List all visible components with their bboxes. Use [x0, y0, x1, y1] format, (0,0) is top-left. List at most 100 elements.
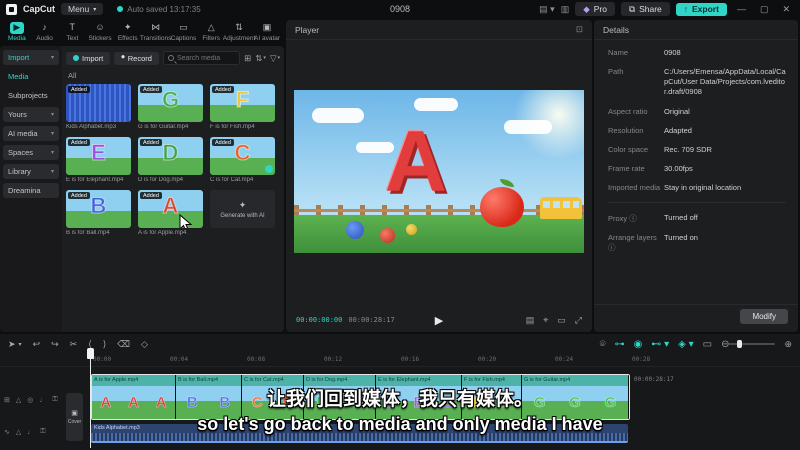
snapshot-icon[interactable]: ⌖ — [543, 315, 548, 326]
tab-effects[interactable]: ✦ Effects — [115, 22, 141, 42]
timeline-clip[interactable]: A is for Apple.mp4 A A A — [92, 375, 176, 419]
tab-text[interactable]: T Text — [59, 22, 85, 42]
fullscreen-icon[interactable]: ⤢ — [575, 315, 582, 326]
tab-stickers[interactable]: ☺ Stickers — [87, 22, 113, 42]
zoom-in-icon[interactable]: ⊕ — [784, 339, 792, 350]
playhead-handle[interactable] — [87, 348, 94, 359]
preview-quality-icon[interactable]: ▤ — [526, 315, 535, 326]
track-control-icon[interactable]: △ — [16, 428, 21, 436]
media-thumbnail[interactable]: C Added — [210, 137, 275, 175]
voiceover-icon[interactable]: ⌾ — [600, 339, 606, 350]
minimize-button[interactable]: — — [733, 4, 750, 14]
tab-transitions[interactable]: ⋈ Transitions — [140, 22, 172, 42]
timeline-clip[interactable]: D is for Dog.mp4 D D — [304, 375, 376, 419]
select-tool-icon[interactable]: ➤ — [8, 339, 16, 350]
media-thumbnail[interactable]: D Added — [138, 137, 203, 175]
media-thumbnail[interactable]: F Added — [210, 84, 275, 122]
pro-button[interactable]: ◆ Pro — [575, 2, 615, 16]
timeline-ruler[interactable]: 00:00 00:04 00:08 00:12 00:16 00:20 00:24 00:28 — [0, 354, 800, 367]
search-input[interactable] — [176, 54, 236, 62]
export-button[interactable]: ↑ Export — [675, 2, 727, 16]
tab-media[interactable]: ▶ Media — [4, 22, 30, 42]
sidebar-item-ai-media[interactable]: AI media ▾ — [3, 126, 59, 141]
sidebar-item-import[interactable]: Import ▾ — [3, 50, 59, 65]
undo-icon[interactable]: ↩ — [33, 339, 41, 350]
sidebar-item-media[interactable]: Media — [3, 69, 59, 84]
modify-button[interactable]: Modify — [740, 309, 788, 324]
media-thumbnail[interactable]: G Added — [138, 84, 203, 122]
timeline-clip[interactable]: B is for Ball.mp4 B B — [176, 375, 242, 419]
media-item[interactable]: A Added A is for Apple.mp4 — [138, 190, 203, 236]
track-control-icon[interactable]: ⚿ — [40, 428, 45, 436]
freeze-frame-icon[interactable]: ◇ — [141, 339, 148, 350]
play-button[interactable]: ▶ — [435, 314, 443, 327]
split-icon[interactable]: ✂ — [70, 339, 78, 350]
media-thumbnail[interactable]: Added — [66, 84, 131, 122]
track-control-icon[interactable]: ◎ — [27, 396, 33, 404]
generate-tile-body[interactable]: ✦ Generate with AI — [210, 190, 275, 228]
track-control-icon[interactable]: ∿ — [4, 428, 10, 436]
media-item[interactable]: E Added E is for Elephant.mp4 — [66, 137, 131, 183]
tab-filters[interactable]: △ Filters — [198, 22, 224, 42]
sidebar-item-spaces[interactable]: Spaces ▾ — [3, 145, 59, 160]
media-thumbnail[interactable]: A Added — [138, 190, 203, 228]
search-box[interactable] — [162, 51, 241, 65]
sidebar-item-library[interactable]: Library ▾ — [3, 164, 59, 179]
cover-button[interactable]: ▣ Cover — [66, 393, 83, 441]
timeline-clip[interactable]: G is for Guitar.mp4 G G G — [522, 375, 629, 419]
timeline-clip[interactable]: C is for Cat.mp4 C C — [242, 375, 304, 419]
tab-ai-avatar[interactable]: ▣ AI avatar — [254, 22, 280, 42]
details-label: Proxy ⓘ — [608, 214, 637, 224]
link-clips-icon[interactable]: ⊶ — [615, 339, 625, 350]
audio-clip[interactable]: Kids Alphabet.mp3 — [91, 424, 628, 443]
magnet-snap-icon[interactable]: ◉ — [634, 339, 643, 350]
sort-icon[interactable]: ⇅ ▾ — [255, 53, 266, 64]
delete-icon[interactable]: ⌫ — [117, 339, 130, 350]
auto-link-icon[interactable]: ⊷ ▾ — [651, 339, 669, 350]
tab-captions[interactable]: ▭ Captions — [171, 22, 197, 42]
record-button[interactable]: ⏺ Record — [114, 51, 159, 65]
tab-label: Media — [8, 35, 26, 42]
timeline-clip[interactable]: F is for Fish.mp4 F F — [462, 375, 522, 419]
sidebar-item-dreamina[interactable]: Dreamina — [3, 183, 59, 198]
track-mode-icon[interactable]: ◈ ▾ — [678, 339, 694, 350]
media-item[interactable]: D Added D is for Dog.mp4 — [138, 137, 203, 183]
generate-with-ai-tile[interactable]: ✦ Generate with AI — [210, 190, 275, 236]
track-control-icon[interactable]: ⊞ — [4, 396, 10, 404]
timeline-clip[interactable]: E is for Elephant.mp4 E E E — [376, 375, 462, 419]
ratio-icon[interactable]: ▭ — [557, 315, 566, 326]
tab-adjustment[interactable]: ⇅ Adjustment — [223, 22, 256, 42]
redo-icon[interactable]: ↪ — [51, 339, 59, 350]
sidebar-item-subprojects[interactable]: Subprojects — [3, 88, 59, 103]
track-control-icon[interactable]: △ — [16, 396, 21, 404]
media-item[interactable]: B Added B is for Ball.mp4 — [66, 190, 131, 236]
media-item[interactable]: Added Kids Alphabet.mp3 — [66, 84, 131, 130]
track-control-icon[interactable]: ⚿ — [52, 396, 57, 404]
import-button[interactable]: Import — [66, 51, 111, 65]
grid-view-icon[interactable]: ⊞ — [244, 53, 251, 64]
track-control-icon[interactable]: ♩ — [39, 397, 46, 404]
menu-button[interactable]: Menu ▾ — [61, 3, 104, 15]
maximize-button[interactable]: ▢ — [756, 4, 773, 15]
preview-frame-icon[interactable]: ▭ — [703, 339, 712, 350]
filter-icon[interactable]: ▽ ▾ — [270, 53, 280, 64]
trim-right-icon[interactable]: ⟩ — [103, 339, 107, 350]
media-item[interactable]: G Added G is for Guitar.mp4 — [138, 84, 203, 130]
media-item[interactable]: F Added F is for Fish.mp4 — [210, 84, 275, 130]
media-thumbnail[interactable]: B Added — [66, 190, 131, 228]
zoom-slider-knob[interactable] — [737, 340, 743, 348]
share-button[interactable]: ⧉ Share — [621, 2, 670, 16]
track-control-icon[interactable]: ♩ — [27, 429, 34, 436]
media-thumbnail[interactable]: E Added — [66, 137, 131, 175]
zoom-out-icon[interactable]: ⊖ — [721, 339, 729, 350]
select-tool-caret-icon[interactable]: ▾ — [19, 341, 22, 348]
timeline-zoom-slider[interactable] — [729, 340, 776, 348]
tab-audio[interactable]: ♪ Audio — [32, 22, 58, 42]
panel-layout-icon[interactable]: ▥ — [561, 4, 570, 15]
layout-toggle-icon[interactable]: ▤ ▾ — [539, 4, 555, 15]
player-detach-icon[interactable]: ⊡ — [576, 24, 583, 35]
media-item[interactable]: C Added C is for Cat.mp4 — [210, 137, 275, 183]
sidebar-item-yours[interactable]: Yours ▾ — [3, 107, 59, 122]
close-button[interactable]: ✕ — [778, 4, 794, 15]
video-preview[interactable]: A — [294, 90, 584, 253]
